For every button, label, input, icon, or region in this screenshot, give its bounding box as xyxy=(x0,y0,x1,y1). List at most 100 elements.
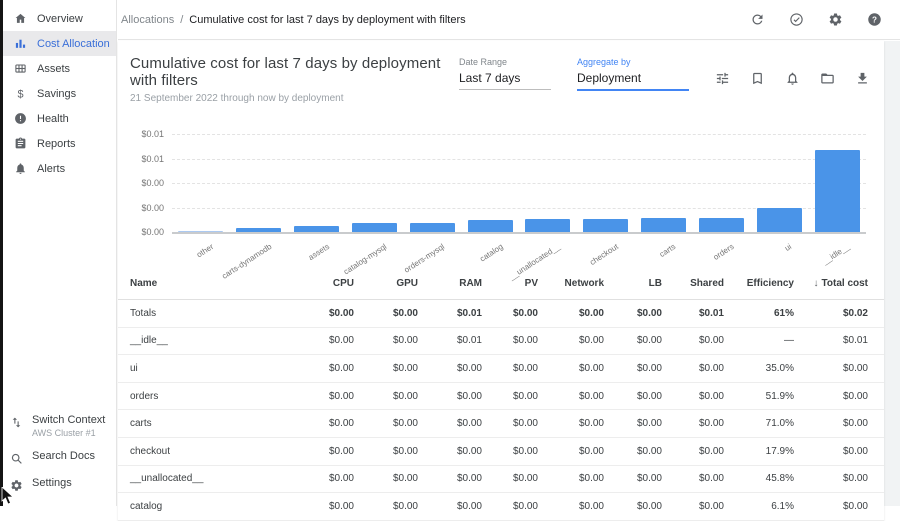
clipboard-icon xyxy=(14,137,27,150)
row-value: $0.00 xyxy=(538,335,604,346)
bar-other[interactable] xyxy=(178,231,223,232)
sidebar-item-cost-allocation[interactable]: Cost Allocation xyxy=(0,31,116,56)
column-header-shared[interactable]: Shared xyxy=(662,278,724,289)
bar-orders[interactable] xyxy=(699,218,744,232)
mouse-cursor xyxy=(1,487,15,505)
y-axis-tick-label: $0.01 xyxy=(141,129,164,139)
bell-outline-icon[interactable] xyxy=(785,71,800,86)
column-header-cpu[interactable]: CPU xyxy=(292,278,354,289)
tune-icon[interactable] xyxy=(715,71,730,86)
bookmark-icon[interactable] xyxy=(750,71,765,86)
bar-assets[interactable] xyxy=(294,226,339,232)
bar-carts[interactable] xyxy=(641,218,686,232)
search-docs-button[interactable]: Search Docs xyxy=(0,444,116,471)
sidebar-item-reports[interactable]: Reports xyxy=(0,131,116,156)
screen-left-edge xyxy=(0,0,3,506)
column-header-name[interactable]: Name xyxy=(130,278,292,289)
gear-icon[interactable] xyxy=(828,12,843,27)
bar-slot xyxy=(808,134,866,232)
help-icon[interactable]: ? xyxy=(867,12,882,27)
breadcrumb-allocations[interactable]: Allocations xyxy=(121,14,174,26)
settings-button[interactable]: Settings xyxy=(0,471,116,498)
sidebar-item-overview[interactable]: Overview xyxy=(0,6,116,31)
allocation-table: NameCPUGPURAMPVNetworkLBSharedEfficiency… xyxy=(118,268,884,521)
row-value: $0.00 xyxy=(482,418,538,429)
row-value: $0.00 xyxy=(662,446,724,457)
date-range-value[interactable]: Last 7 days xyxy=(459,71,551,90)
bar-carts-dynamodb[interactable] xyxy=(236,228,281,232)
column-header-ram[interactable]: RAM xyxy=(418,278,482,289)
check-circle-icon[interactable] xyxy=(789,12,804,27)
report-card: Cumulative cost for last 7 days by deplo… xyxy=(118,41,884,521)
folder-icon[interactable] xyxy=(820,71,835,86)
card-header: Cumulative cost for last 7 days by deplo… xyxy=(118,41,884,104)
chart-bars xyxy=(172,134,866,232)
row-name: catalog xyxy=(130,501,292,512)
row-value: $0.00 xyxy=(482,363,538,374)
bar-checkout[interactable] xyxy=(583,219,628,232)
row-name: carts xyxy=(130,418,292,429)
column-header-lb[interactable]: LB xyxy=(604,278,662,289)
row-value: $0.00 xyxy=(292,446,354,457)
table-row-ui[interactable]: ui$0.00$0.00$0.00$0.00$0.00$0.00$0.0035.… xyxy=(118,355,884,383)
x-axis-tick-label: orders xyxy=(712,242,736,262)
swap-vert-icon xyxy=(10,416,23,429)
row-name: Totals xyxy=(130,308,292,319)
date-range-select[interactable]: Date Range Last 7 days xyxy=(459,57,551,90)
bar-__unallocated__[interactable] xyxy=(525,219,570,232)
bell-icon xyxy=(14,162,27,175)
row-value: $0.00 xyxy=(292,473,354,484)
bar-slot xyxy=(288,134,346,232)
sidebar-item-savings[interactable]: $ Savings xyxy=(0,81,116,106)
row-value: $0.00 xyxy=(482,308,538,319)
bar-catalog[interactable] xyxy=(468,220,513,232)
x-label-slot: __idle__ xyxy=(808,234,866,264)
breadcrumb-separator: / xyxy=(180,14,183,26)
aggregate-by-select[interactable]: Aggregate by Deployment xyxy=(577,57,689,91)
aggregate-by-value[interactable]: Deployment xyxy=(577,71,689,91)
sidebar-item-health[interactable]: Health xyxy=(0,106,116,131)
column-header-gpu[interactable]: GPU xyxy=(354,278,418,289)
switch-context-button[interactable]: Switch Context AWS Cluster #1 xyxy=(0,408,116,444)
sidebar-item-assets[interactable]: Assets xyxy=(0,56,116,81)
row-value: $0.00 xyxy=(482,473,538,484)
row-value: $0.00 xyxy=(604,501,662,512)
search-icon xyxy=(10,452,23,465)
download-icon[interactable] xyxy=(855,71,870,86)
row-value: $0.00 xyxy=(354,418,418,429)
row-value: $0.00 xyxy=(354,308,418,319)
column-header-network[interactable]: Network xyxy=(538,278,604,289)
table-row-__idle__[interactable]: __idle__$0.00$0.00$0.01$0.00$0.00$0.00$0… xyxy=(118,328,884,356)
column-header-pv[interactable]: PV xyxy=(482,278,538,289)
bar-ui[interactable] xyxy=(757,208,802,233)
bar-slot xyxy=(750,134,808,232)
bar-chart-icon xyxy=(14,37,27,50)
bar-orders-mysql[interactable] xyxy=(410,223,455,232)
refresh-icon[interactable] xyxy=(750,12,765,27)
table-row-orders[interactable]: orders$0.00$0.00$0.00$0.00$0.00$0.00$0.0… xyxy=(118,383,884,411)
chart-plot: $0.01$0.01$0.00$0.00$0.00 xyxy=(172,134,866,234)
aggregate-by-label: Aggregate by xyxy=(577,57,689,67)
table-row-checkout[interactable]: checkout$0.00$0.00$0.00$0.00$0.00$0.00$0… xyxy=(118,438,884,466)
home-icon xyxy=(14,12,27,25)
row-value: $0.01 xyxy=(662,308,724,319)
sidebar-item-alerts[interactable]: Alerts xyxy=(0,156,116,181)
row-value: $0.00 xyxy=(354,391,418,402)
bar-slot xyxy=(345,134,403,232)
y-axis-tick-label: $0.00 xyxy=(141,227,164,237)
row-value: $0.00 xyxy=(662,335,724,346)
bar-__idle__[interactable] xyxy=(815,150,860,232)
table-row-catalog[interactable]: catalog$0.00$0.00$0.00$0.00$0.00$0.00$0.… xyxy=(118,493,884,521)
row-value: $0.00 xyxy=(794,418,868,429)
breadcrumb-current: Cumulative cost for last 7 days by deplo… xyxy=(189,14,465,26)
sidebar-item-label: Reports xyxy=(37,138,76,150)
table-row-__unallocated__[interactable]: __unallocated__$0.00$0.00$0.00$0.00$0.00… xyxy=(118,466,884,494)
row-value: $0.00 xyxy=(354,501,418,512)
row-value: $0.00 xyxy=(538,308,604,319)
column-header-total-cost[interactable]: ↓Total cost xyxy=(794,278,868,289)
row-value: $0.00 xyxy=(482,391,538,402)
row-value: $0.00 xyxy=(604,363,662,374)
bar-catalog-mysql[interactable] xyxy=(352,223,397,232)
column-header-efficiency[interactable]: Efficiency xyxy=(724,278,794,289)
table-row-carts[interactable]: carts$0.00$0.00$0.00$0.00$0.00$0.00$0.00… xyxy=(118,410,884,438)
